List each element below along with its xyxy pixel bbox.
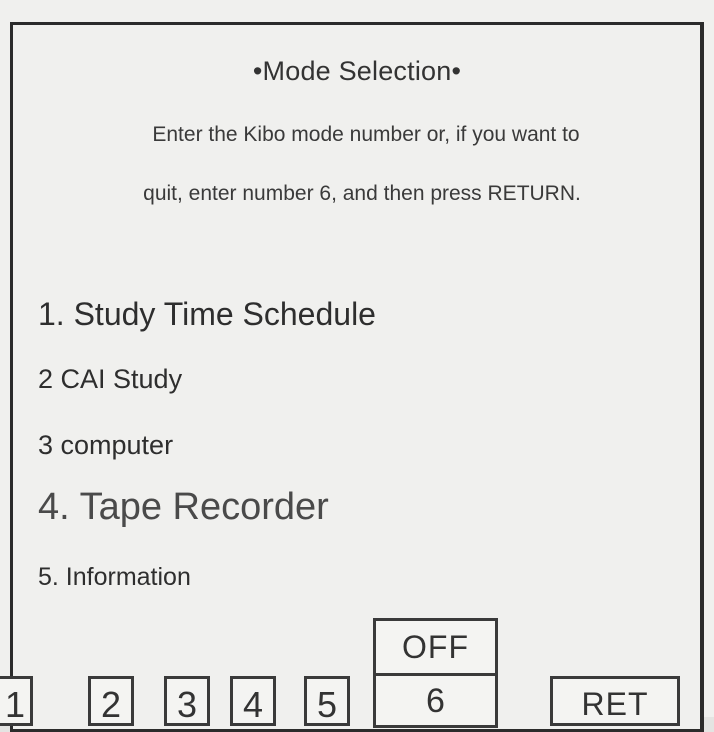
instruction-line-1: Enter the Kibo mode number or, if you wa… xyxy=(152,123,580,146)
kibo-screen: •Mode Selection• Enter the Kibo mode num… xyxy=(0,0,714,732)
menu-item-computer[interactable]: 3 computer xyxy=(38,430,173,461)
page-title: •Mode Selection• xyxy=(252,56,462,86)
key-1-button[interactable]: 1 xyxy=(0,676,33,726)
off-label: OFF xyxy=(376,621,495,676)
key-6-label: 6 xyxy=(426,682,445,720)
menu-item-cai-study[interactable]: 2 CAI Study xyxy=(38,364,182,395)
menu-item-study-time-schedule[interactable]: 1. Study Time Schedule xyxy=(38,296,376,333)
instruction-line-2: quit, enter number 6, and then press RET… xyxy=(143,182,581,205)
key-4-button[interactable]: 4 xyxy=(230,676,276,726)
menu-item-tape-recorder[interactable]: 4. Tape Recorder xyxy=(38,486,329,529)
key-5-button[interactable]: 5 xyxy=(304,676,350,726)
menu-item-information[interactable]: 5. Information xyxy=(38,563,191,592)
key-3-button[interactable]: 3 xyxy=(164,676,210,726)
return-button[interactable]: RET xyxy=(550,676,680,726)
key-2-button[interactable]: 2 xyxy=(88,676,134,726)
key-6-off-button[interactable]: OFF 6 xyxy=(373,618,498,728)
